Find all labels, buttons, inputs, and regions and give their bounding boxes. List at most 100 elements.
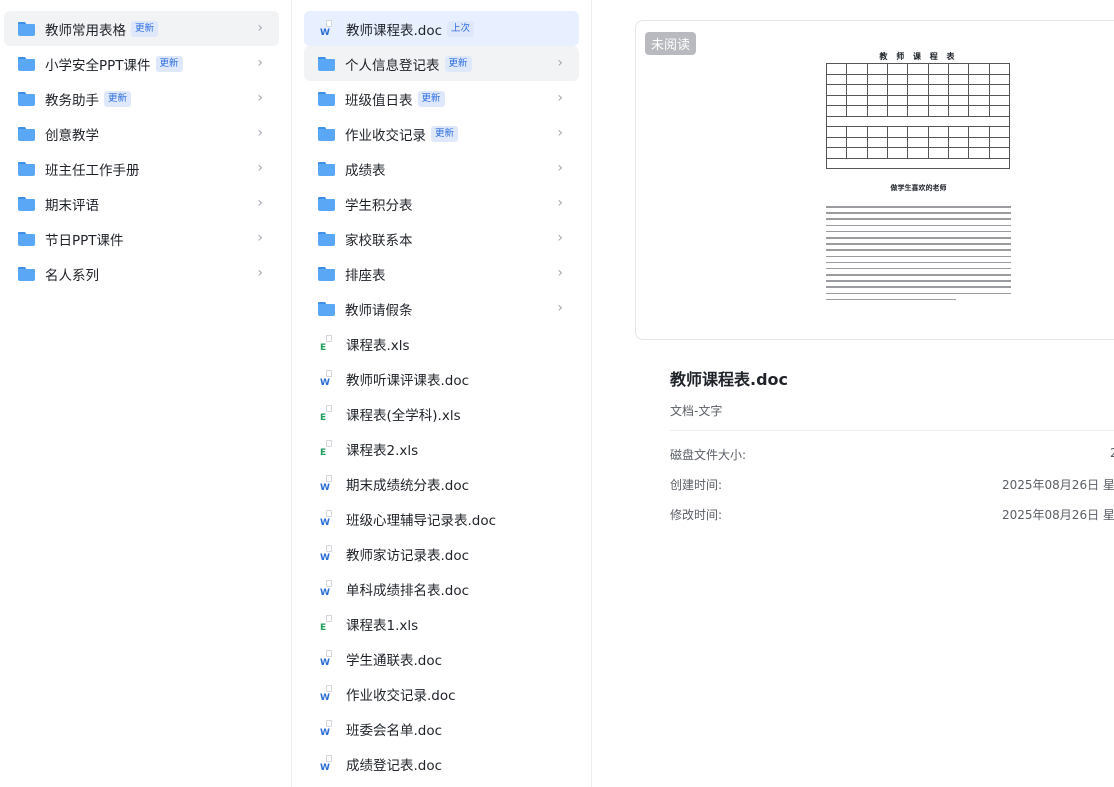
folder-item[interactable]: 创意教学 › (4, 116, 279, 151)
chevron-right-icon: › (557, 125, 563, 141)
item-label: 小学安全PPT课件 (45, 57, 151, 74)
preview-card[interactable]: 未阅读 教 师 课 程 表 做学生喜欢的老师 (635, 20, 1114, 340)
word-document-icon: W (320, 685, 334, 703)
spreadsheet-file-icon: E (320, 405, 334, 423)
item-label: 成绩表 (345, 162, 386, 179)
item-label: 教师课程表.doc (346, 22, 443, 39)
modified-label: 修改时间: (670, 508, 723, 522)
spreadsheet-file-icon: E (320, 440, 334, 458)
folder-icon (18, 56, 35, 71)
file-item[interactable]: E 课程表.xls (304, 326, 579, 361)
file-item[interactable]: W 教师家访记录表.doc (304, 536, 579, 571)
item-label: 班级值日表 (345, 92, 413, 109)
folder-item[interactable]: 作业收交记录 更新 › (304, 116, 579, 151)
chevron-right-icon: › (257, 90, 263, 106)
folder-icon (318, 91, 335, 106)
chevron-right-icon: › (257, 265, 263, 281)
folder-item[interactable]: 小学安全PPT课件 更新 › (4, 46, 279, 81)
item-label: 名人系列 (45, 267, 99, 284)
status-badge: 更新 (444, 55, 472, 72)
file-item[interactable]: E 课程表2.xls (304, 431, 579, 466)
folder-item[interactable]: 班级值日表 更新 › (304, 81, 579, 116)
divider (670, 430, 1114, 431)
folder-item[interactable]: 节日PPT课件 › (4, 221, 279, 256)
word-document-icon: W (320, 545, 334, 563)
folder-item[interactable]: 成绩表 › (304, 151, 579, 186)
file-list: W 教师课程表.doc 上次 个人信息登记表 更新 › 班级值日表 更新 › 作业收交记录 更新 › 成… (304, 11, 579, 781)
folder-item[interactable]: 教务助手 更新 › (4, 81, 279, 116)
file-item[interactable]: W 作业收交记录.doc (304, 676, 579, 711)
item-label: 作业收交记录.doc (346, 687, 456, 704)
folder-item[interactable]: 期末评语 › (4, 186, 279, 221)
folder-item[interactable]: 教师常用表格 更新 › (4, 11, 279, 46)
file-item[interactable]: W 教师听课评课表.doc (304, 361, 579, 396)
detail-type: 文档-文字 (670, 404, 723, 418)
folder-icon (318, 301, 335, 316)
folder-icon (318, 161, 335, 176)
item-label: 期末成绩统分表.doc (346, 477, 470, 494)
chevron-right-icon: › (557, 160, 563, 176)
item-label: 个人信息登记表 (345, 57, 440, 74)
item-label: 成绩登记表.doc (346, 757, 443, 774)
thumbnail-title: 教 师 课 程 表 (879, 51, 958, 61)
spreadsheet-file-icon: E (320, 615, 334, 633)
file-item[interactable]: W 成绩登记表.doc (304, 746, 579, 781)
word-document-icon: W (320, 755, 334, 773)
spreadsheet-file-icon: E (320, 335, 334, 353)
file-item[interactable]: E 课程表1.xls (304, 606, 579, 641)
size-label: 磁盘文件大小: (670, 448, 747, 462)
chevron-right-icon: › (557, 195, 563, 211)
document-thumbnail: 教 师 课 程 表 做学生喜欢的老师 (825, 51, 1011, 305)
item-label: 节日PPT课件 (45, 232, 124, 249)
folder-item[interactable]: 班主任工作手册 › (4, 151, 279, 186)
file-item[interactable]: W 班委会名单.doc (304, 711, 579, 746)
file-item[interactable]: W 单科成绩排名表.doc (304, 571, 579, 606)
item-label: 作业收交记录 (345, 127, 426, 144)
folder-icon (18, 126, 35, 141)
file-item[interactable]: W 期末成绩统分表.doc (304, 466, 579, 501)
item-label: 排座表 (345, 267, 386, 284)
unread-badge: 未阅读 (645, 32, 697, 55)
file-item[interactable]: W 班级心理辅导记录表.doc (304, 501, 579, 536)
folder-item[interactable]: 排座表 › (304, 256, 579, 291)
status-badge: 上次 (447, 20, 475, 37)
thumbnail-table (825, 63, 1011, 169)
status-badge: 更新 (431, 125, 459, 142)
category-list: 教师常用表格 更新 › 小学安全PPT课件 更新 › 教务助手 更新 › 创意教学 › 班主任工作手册… (4, 11, 279, 291)
item-label: 班主任工作手册 (45, 162, 140, 179)
folder-item[interactable]: 学生积分表 › (304, 186, 579, 221)
item-label: 班级心理辅导记录表.doc (346, 512, 497, 529)
folder-icon (318, 56, 335, 71)
folder-item[interactable]: 个人信息登记表 更新 › (304, 46, 579, 81)
item-label: 学生积分表 (345, 197, 413, 214)
folder-icon (318, 196, 335, 211)
file-item[interactable]: W 教师课程表.doc 上次 (304, 11, 579, 46)
folder-item[interactable]: 家校联系本 › (304, 221, 579, 256)
item-label: 课程表.xls (346, 337, 410, 354)
folder-icon (18, 21, 35, 36)
item-label: 单科成绩排名表.doc (346, 582, 470, 599)
file-item[interactable]: W 学生通联表.doc (304, 641, 579, 676)
item-label: 班委会名单.doc (346, 722, 443, 739)
status-badge: 更新 (104, 90, 132, 107)
chevron-right-icon: › (257, 20, 263, 36)
folder-item[interactable]: 名人系列 › (4, 256, 279, 291)
item-label: 课程表1.xls (346, 617, 419, 634)
chevron-right-icon: › (557, 265, 563, 281)
file-item[interactable]: E 课程表(全学科).xls (304, 396, 579, 431)
thumbnail-subtitle: 做学生喜欢的老师 (890, 183, 947, 192)
item-label: 课程表2.xls (346, 442, 419, 459)
item-label: 创意教学 (45, 127, 99, 144)
category-panel: 教师常用表格 更新 › 小学安全PPT课件 更新 › 教务助手 更新 › 创意教学 › 班主任工作手册… (0, 0, 292, 787)
item-label: 学生通联表.doc (346, 652, 443, 669)
chevron-right-icon: › (257, 195, 263, 211)
folder-icon (18, 231, 35, 246)
folder-icon (318, 231, 335, 246)
item-label: 教师家访记录表.doc (346, 547, 470, 564)
size-value: 2 (1110, 446, 1114, 460)
folder-item[interactable]: 教师请假条 › (304, 291, 579, 326)
word-document-icon: W (320, 720, 334, 738)
modified-value: 2025年08月26日 星期 (1002, 508, 1114, 522)
chevron-right-icon: › (557, 230, 563, 246)
chevron-right-icon: › (257, 160, 263, 176)
